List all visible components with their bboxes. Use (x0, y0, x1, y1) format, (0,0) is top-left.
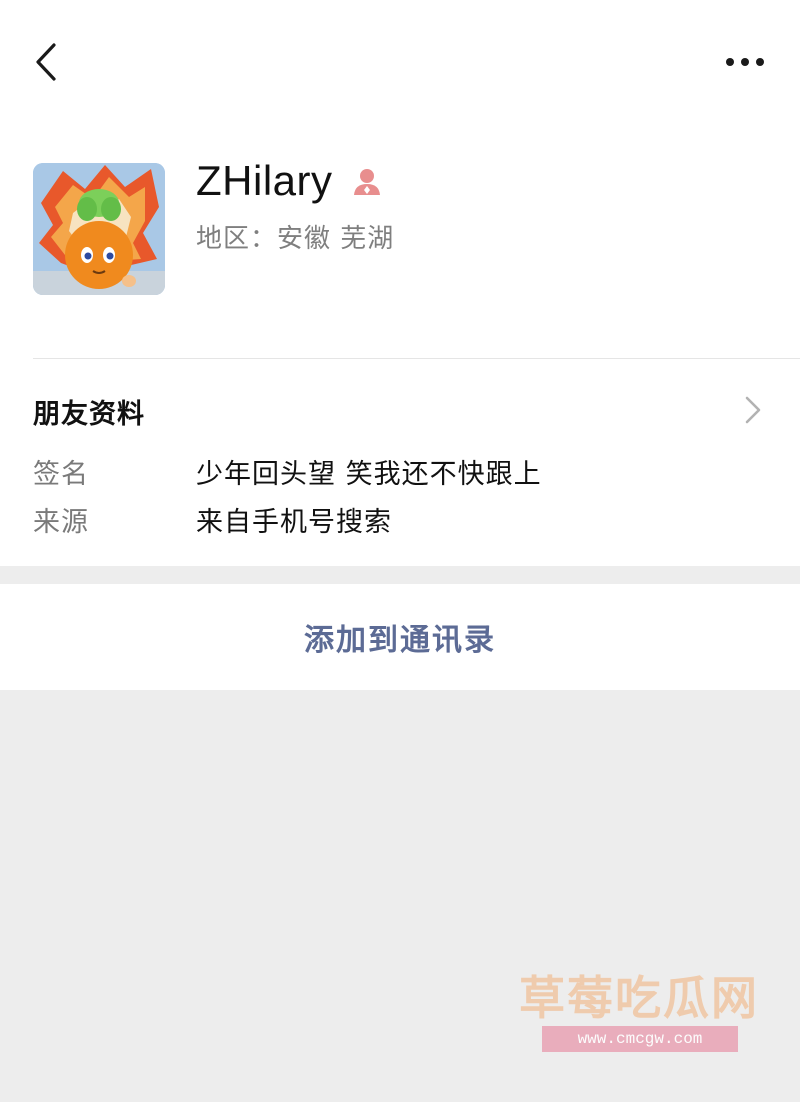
top-nav-bar (0, 0, 800, 120)
signature-value: 少年回头望 笑我还不快跟上 (196, 459, 542, 490)
back-button[interactable] (26, 40, 66, 84)
watermark-url: www.cmcgw.com (542, 1026, 738, 1052)
watermark: 草莓吃瓜网 www.cmcgw.com (514, 962, 764, 1058)
friend-info-section[interactable]: 朋友资料 签名 少年回头望 笑我还不快跟上 来源 来自手机号搜索 (0, 360, 800, 566)
signature-label: 签名 (33, 459, 89, 490)
chevron-right-icon (745, 396, 761, 424)
source-label: 来源 (33, 507, 89, 538)
name-row: ZHilary (196, 157, 383, 205)
female-user-icon (351, 165, 383, 197)
nickname: ZHilary (196, 157, 333, 204)
more-horizontal-icon (726, 58, 764, 66)
section-title: 朋友资料 (33, 399, 145, 430)
profile-header: ZHilary 地区：安徽 芜湖 (0, 120, 800, 360)
source-row: 来源 来自手机号搜索 (33, 500, 773, 538)
divider (33, 358, 800, 359)
chevron-left-icon (36, 43, 56, 81)
source-value: 来自手机号搜索 (196, 507, 392, 538)
add-to-contacts-label: 添加到通讯录 (304, 623, 496, 658)
contact-profile-page: ZHilary 地区：安徽 芜湖 朋友资料 签名 少年回头望 笑我还不快跟上 来… (0, 0, 800, 1102)
friend-info-chevron[interactable] (738, 390, 768, 430)
region-text: 地区：安徽 芜湖 (196, 224, 395, 254)
watermark-title: 草莓吃瓜网 (519, 971, 759, 1025)
add-to-contacts-button[interactable]: 添加到通讯录 (0, 584, 800, 690)
signature-row: 签名 少年回头望 笑我还不快跟上 (33, 452, 773, 490)
more-options-button[interactable] (720, 44, 770, 80)
avatar[interactable] (33, 163, 165, 295)
cartoon-radish-avatar (33, 163, 165, 295)
